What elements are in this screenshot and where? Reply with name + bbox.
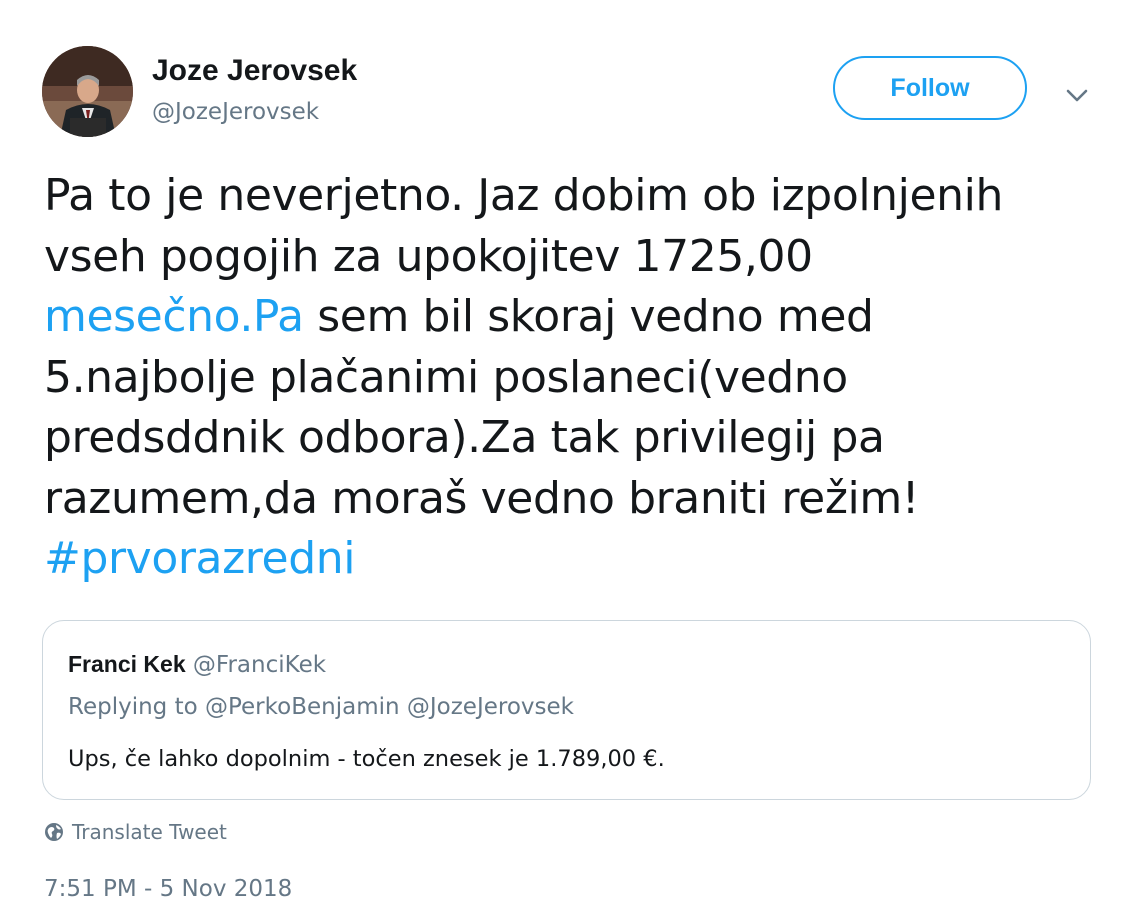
quoted-author-name: Franci Kek	[68, 651, 186, 677]
tweet-text-segment: sem bil skoraj vedno med	[303, 291, 874, 342]
author-display-name[interactable]: Joze Jerovsek	[152, 52, 357, 90]
tweet-text-line: vseh pogojih za upokojitev 1725,00	[44, 227, 1114, 288]
tweet-text-segment: vseh pogojih za upokojitev 1725,00	[44, 230, 813, 282]
translate-tweet-label: Translate Tweet	[72, 820, 227, 844]
globe-icon	[45, 823, 63, 841]
tweet-link[interactable]: mesečno.Pa	[44, 291, 304, 342]
quoted-tweet-text: Ups, če lahko dopolnim - točen znesek je…	[68, 746, 665, 772]
quoted-tweet-header: Franci Kek @FranciKek	[68, 649, 326, 680]
quoted-author-handle: @FranciKek	[192, 652, 327, 678]
avatar-image	[42, 46, 133, 137]
author-avatar[interactable]	[42, 46, 133, 137]
tweet-text-line: mesečno.Pa sem bil skoraj vedno med	[44, 287, 1114, 348]
tweet-text-line: razumem,da moraš vedno braniti režim!	[44, 469, 1114, 530]
quoted-tweet[interactable]: Franci Kek @FranciKek Replying to @Perko…	[42, 620, 1091, 800]
tweet-text-segment: Pa to je neverjetno. Jaz dobim ob izpoln…	[44, 170, 1003, 221]
chevron-down-icon[interactable]	[1062, 80, 1092, 110]
author-handle[interactable]: @JozeJerovsek	[152, 96, 319, 128]
tweet-timestamp[interactable]: 7:51 PM - 5 Nov 2018	[44, 872, 292, 906]
tweet-text-line: 5.najbolje plačanimi poslaneci(vedno	[44, 348, 1114, 409]
tweet-text: Pa to je neverjetno. Jaz dobim ob izpoln…	[44, 166, 1114, 590]
quoted-replying-to: Replying to @PerkoBenjamin @JozeJerovsek	[68, 694, 574, 720]
follow-button[interactable]: Follow	[833, 56, 1027, 120]
tweet-text-line: predsddnik odbora).Za tak privilegij pa	[44, 408, 1114, 469]
tweet-text-segment: predsddnik odbora).Za tak privilegij pa	[44, 412, 885, 463]
tweet-text-segment: 5.najbolje plačanimi poslaneci(vedno	[44, 351, 848, 403]
hashtag-link[interactable]: #prvorazredni	[44, 533, 355, 584]
tweet-text-line: Pa to je neverjetno. Jaz dobim ob izpoln…	[44, 166, 1114, 227]
tweet-text-segment: razumem,da moraš vedno braniti režim!	[44, 472, 920, 524]
tweet-text-line: #prvorazredni	[44, 529, 1114, 590]
translate-tweet-link[interactable]: Translate Tweet	[44, 818, 227, 846]
